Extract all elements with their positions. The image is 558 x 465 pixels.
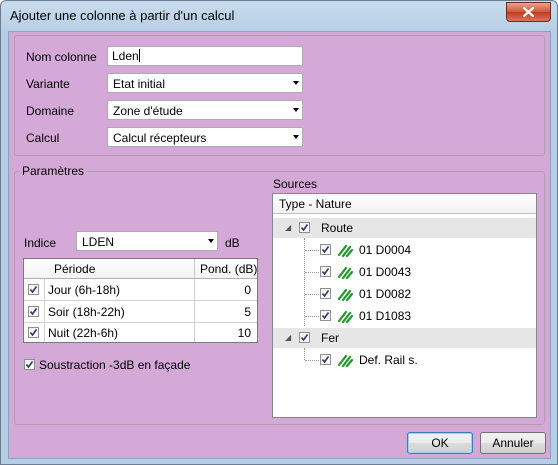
table-header: Période Pond. (dB) <box>24 259 257 279</box>
fer-checkbox[interactable] <box>299 332 310 343</box>
calcul-label: Calcul <box>26 131 60 145</box>
indice-select[interactable]: LDEN <box>76 231 218 251</box>
soir-checkbox[interactable] <box>28 306 39 317</box>
item-label: Def. Rail s. <box>359 353 418 367</box>
item-checkbox[interactable] <box>320 310 331 321</box>
nom-colonne-label: Nom colonne <box>26 50 97 64</box>
item-checkbox[interactable] <box>320 244 331 255</box>
table-row[interactable]: Soir (18h-22h) 5 <box>24 301 257 323</box>
tree-group-route[interactable]: ◢ Route <box>273 218 536 238</box>
chevron-down-icon <box>293 81 299 85</box>
indice-value: LDEN <box>82 235 115 249</box>
indice-label: Indice <box>24 236 57 250</box>
jour-checkbox[interactable] <box>28 284 39 295</box>
group-label: Fer <box>321 331 339 345</box>
road-source-icon <box>338 310 353 323</box>
chevron-down-icon <box>293 108 299 112</box>
periods-table: Période Pond. (dB) Jour (6h-18h) 0 Soir … <box>23 258 258 343</box>
nom-colonne-input[interactable]: Lden <box>107 46 303 66</box>
cancel-button[interactable]: Annuler <box>480 432 546 454</box>
item-label: 01 D0082 <box>359 287 412 301</box>
tree-item[interactable]: 01 D0043 <box>273 262 536 282</box>
title-bar[interactable]: Ajouter une colonne à partir d'un calcul <box>1 1 557 31</box>
collapse-arrow-icon[interactable]: ◢ <box>285 333 291 342</box>
domaine-value: Zone d'étude <box>113 104 183 118</box>
item-label: 01 D1083 <box>359 309 412 323</box>
sources-tree[interactable]: Type - Nature ◢ Route 01 D0004 01 D0043 <box>272 193 537 418</box>
soustraction-checkbox[interactable] <box>24 359 35 370</box>
tree-group-fer[interactable]: ◢ Fer <box>273 328 536 348</box>
item-checkbox[interactable] <box>320 266 331 277</box>
periode-cell: Nuit (22h-6h) <box>48 326 119 340</box>
domaine-label: Domaine <box>26 104 75 118</box>
calcul-select[interactable]: Calcul récepteurs <box>107 127 303 147</box>
text-caret <box>138 49 140 62</box>
pond-cell[interactable]: 0 <box>244 283 251 297</box>
tree-item[interactable]: 01 D0082 <box>273 284 536 304</box>
nom-colonne-value: Lden <box>112 49 139 63</box>
road-source-icon <box>338 288 353 301</box>
tree-header: Type - Nature <box>273 194 536 214</box>
parametres-title: Paramètres <box>20 164 87 178</box>
calcul-value: Calcul récepteurs <box>113 131 207 145</box>
rail-source-icon <box>338 354 353 367</box>
dialog-window: Ajouter une colonne à partir d'un calcul… <box>0 0 558 465</box>
road-source-icon <box>338 266 353 279</box>
variante-select[interactable]: Etat initial <box>107 73 303 93</box>
road-source-icon <box>338 244 353 257</box>
unit-label: dB <box>225 236 240 250</box>
periode-cell: Soir (18h-22h) <box>48 305 125 319</box>
variante-label: Variante <box>26 77 70 91</box>
chevron-down-icon <box>208 239 214 243</box>
header-pond: Pond. (dB) <box>200 262 258 276</box>
item-label: 01 D0004 <box>359 243 412 257</box>
close-button[interactable] <box>506 2 551 22</box>
soustraction-label: Soustraction -3dB en façade <box>39 358 191 372</box>
tree-item[interactable]: Def. Rail s. <box>273 350 536 370</box>
sources-title: Sources <box>273 177 318 191</box>
table-row[interactable]: Jour (6h-18h) 0 <box>24 279 257 301</box>
dialog-client-area: Nom colonne Lden Variante Etat initial D… <box>8 31 551 459</box>
group-label: Route <box>321 221 354 235</box>
tree-header-label: Type - Nature <box>279 197 352 211</box>
item-checkbox[interactable] <box>320 288 331 299</box>
collapse-arrow-icon[interactable]: ◢ <box>285 223 291 232</box>
chevron-down-icon <box>293 135 299 139</box>
window-title: Ajouter une colonne à partir d'un calcul <box>10 8 235 23</box>
domaine-select[interactable]: Zone d'étude <box>107 100 303 120</box>
pond-cell[interactable]: 5 <box>244 305 251 319</box>
periode-cell: Jour (6h-18h) <box>48 283 121 297</box>
item-label: 01 D0043 <box>359 265 412 279</box>
nuit-checkbox[interactable] <box>28 327 39 338</box>
tree-item[interactable]: 01 D0004 <box>273 240 536 260</box>
tree-item[interactable]: 01 D1083 <box>273 306 536 326</box>
ok-button[interactable]: OK <box>407 432 473 454</box>
table-row[interactable]: Nuit (22h-6h) 10 <box>24 323 257 342</box>
header-periode: Période <box>54 262 96 276</box>
pond-cell[interactable]: 10 <box>238 326 251 340</box>
route-checkbox[interactable] <box>299 222 310 233</box>
item-checkbox[interactable] <box>320 354 331 365</box>
close-icon <box>523 7 534 17</box>
variante-value: Etat initial <box>113 77 166 91</box>
